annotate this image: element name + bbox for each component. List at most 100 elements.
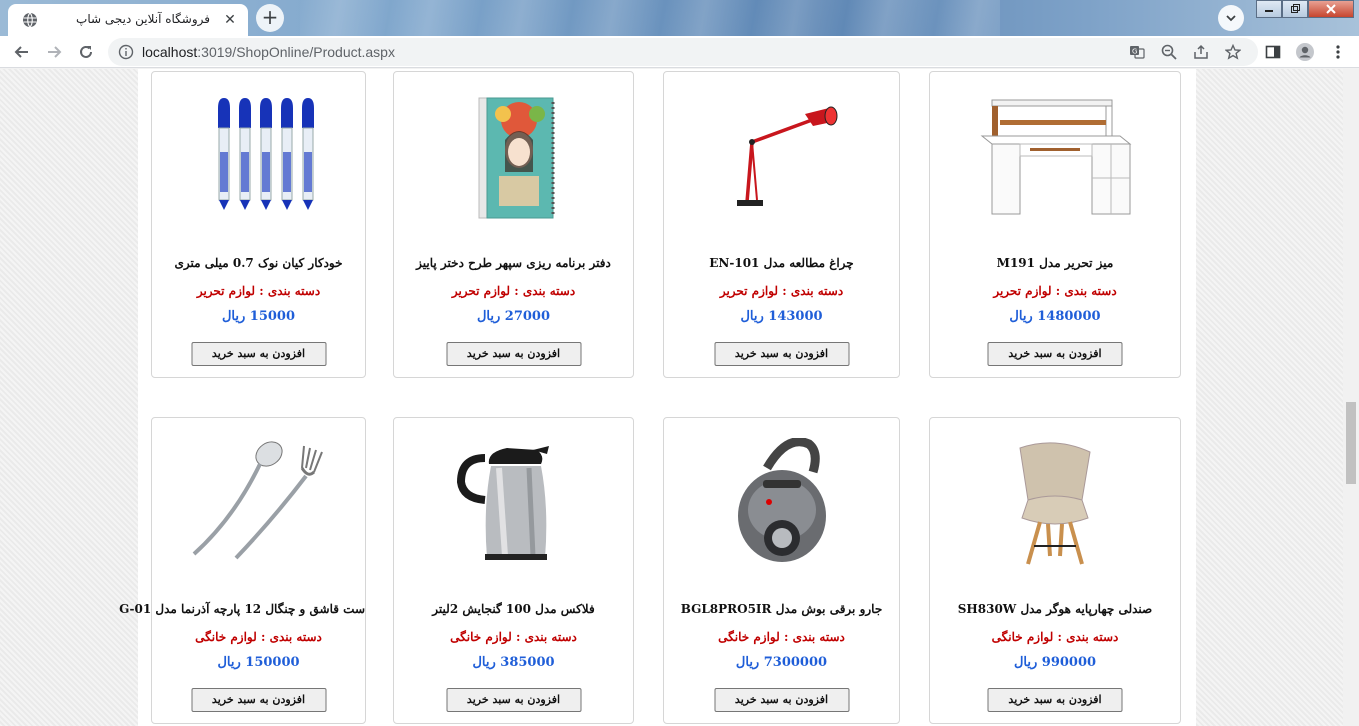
price-value: 1480000 (1037, 309, 1101, 324)
category-value: لوازم تحریر (451, 284, 511, 298)
new-tab-button[interactable]: + (256, 4, 284, 32)
product-category: دسته بندی : لوازم تحریر (664, 284, 899, 298)
cutlery-icon (192, 441, 323, 560)
product-card: خودکار کیان نوک 0.7 میلی متری دسته بندی … (151, 71, 366, 378)
category-label: دسته بندی : (1055, 284, 1117, 298)
product-card: میز تحریر مدل M191 دسته بندی : لوازم تحر… (929, 71, 1181, 378)
close-tab-icon[interactable]: ✕ (222, 12, 238, 28)
add-to-cart-button[interactable]: افزودن به سبد خرید (714, 688, 849, 712)
currency-label: ریال (472, 655, 496, 670)
category-label: دسته بندی : (259, 284, 321, 298)
info-icon[interactable] (118, 44, 134, 60)
bookmark-star-icon[interactable] (1224, 43, 1242, 61)
product-name: صندلی چهارپایه هوگر مدل SH830W (957, 602, 1153, 616)
product-name: خودکار کیان نوک 0.7 میلی متری (174, 256, 343, 270)
price-value: 385000 (500, 655, 555, 670)
product-name: دفتر برنامه ریزی سپهر طرح دختر پاییز (416, 256, 611, 270)
vacuum-icon (737, 438, 826, 562)
product-category: دسته بندی : لوازم تحریر (152, 284, 365, 298)
product-card: دفتر برنامه ریزی سپهر طرح دختر پاییز دست… (393, 71, 634, 378)
price-value: 15000 (249, 309, 296, 324)
category-value: لوازم خانگی (450, 630, 512, 644)
product-category: دسته بندی : لوازم تحریر (394, 284, 633, 298)
add-to-cart-button[interactable]: افزودن به سبد خرید (987, 688, 1123, 712)
currency-label: ریال (740, 309, 764, 324)
address-bar[interactable]: localhost:3019/ShopOnline/Product.aspx G (108, 38, 1258, 66)
side-panel-icon[interactable] (1263, 42, 1283, 62)
browser-titlebar: فروشگاه آنلاین دیجی شاپ ✕ + (0, 0, 1359, 36)
tab-title: فروشگاه آنلاین دیجی شاپ (76, 12, 210, 26)
product-card: فلاکس مدل 100 گنجایش 2لیتر دسته بندی : ل… (393, 417, 634, 724)
product-card: صندلی چهارپایه هوگر مدل SH830W دسته بندی… (929, 417, 1181, 724)
product-category: دسته بندی : لوازم تحریر (930, 284, 1180, 298)
profile-avatar-icon[interactable] (1295, 42, 1315, 62)
category-value: لوازم خانگی (991, 630, 1054, 644)
product-price: 1480000 ریال (930, 309, 1180, 324)
back-button[interactable] (10, 40, 34, 64)
product-price: 143000 ریال (664, 309, 899, 324)
vertical-scrollbar[interactable] (1343, 69, 1359, 726)
category-label: دسته بندی : (783, 630, 845, 644)
url-text: localhost:3019/ShopOnline/Product.aspx (142, 44, 395, 60)
minimize-icon (1265, 10, 1273, 12)
close-icon (1326, 4, 1336, 14)
url-path: :3019/ShopOnline/Product.aspx (197, 44, 395, 60)
desk-icon (980, 99, 1132, 215)
category-value: لوازم تحریر (719, 284, 779, 298)
category-label: دسته بندی : (782, 284, 844, 298)
browser-tab[interactable]: فروشگاه آنلاین دیجی شاپ ✕ (8, 4, 248, 36)
pens-icon (217, 98, 314, 210)
menu-kebab-icon[interactable] (1328, 42, 1348, 62)
minimize-button[interactable] (1256, 0, 1282, 18)
maximize-button[interactable] (1282, 0, 1308, 18)
reload-button[interactable] (74, 40, 98, 64)
category-label: دسته بندی : (260, 630, 322, 644)
product-price: 990000 ریال (930, 655, 1180, 670)
category-label: دسته بندی : (514, 284, 576, 298)
price-value: 150000 (245, 655, 300, 670)
close-window-button[interactable] (1308, 0, 1354, 18)
scrollbar-thumb[interactable] (1346, 402, 1356, 484)
price-value: 7300000 (763, 655, 828, 670)
reload-icon (80, 45, 92, 58)
currency-label: ریال (476, 309, 501, 324)
product-name: چراغ مطالعه مدل EN-101 (709, 256, 854, 270)
translate-icon[interactable]: G (1128, 43, 1146, 61)
window-controls (1256, 0, 1354, 20)
currency-label: ریال (1013, 655, 1038, 670)
url-host: localhost (142, 44, 198, 60)
arrow-right-icon (48, 46, 62, 58)
product-price: 15000 ریال (152, 309, 365, 324)
add-to-cart-button[interactable]: افزودن به سبد خرید (191, 688, 326, 712)
currency-label: ریال (1009, 309, 1033, 324)
add-to-cart-button[interactable]: افزودن به سبد خرید (446, 688, 581, 712)
tab-search-button[interactable] (1218, 5, 1244, 31)
arrow-left-icon (14, 46, 28, 58)
add-to-cart-button[interactable]: افزودن به سبد خرید (987, 342, 1123, 366)
product-price: 7300000 ریال (664, 655, 899, 670)
titlebar-background (300, 0, 1000, 36)
share-icon[interactable] (1192, 43, 1210, 61)
lamp-icon (736, 106, 837, 206)
zoom-icon[interactable] (1160, 43, 1178, 61)
category-value: لوازم خانگی (718, 630, 780, 644)
currency-label: ریال (217, 655, 241, 670)
category-value: لوازم تحریر (196, 284, 256, 298)
forward-button[interactable] (42, 40, 66, 64)
add-to-cart-button[interactable]: افزودن به سبد خرید (191, 342, 326, 366)
globe-icon (23, 12, 37, 28)
product-name: ست قاشق و چنگال 12 پارچه آذرنما مدل G-01 (119, 602, 365, 616)
category-label: دسته بندی : (515, 630, 577, 644)
svg-text:G: G (1132, 48, 1137, 56)
add-to-cart-button[interactable]: افزودن به سبد خرید (714, 342, 849, 366)
restore-icon (1291, 4, 1300, 13)
flask-icon (456, 446, 549, 560)
add-to-cart-button[interactable]: افزودن به سبد خرید (446, 342, 581, 366)
price-value: 143000 (768, 309, 823, 324)
notebook-icon (478, 97, 554, 219)
price-value: 990000 (1041, 655, 1097, 670)
product-name: میز تحریر مدل M191 (996, 256, 1114, 270)
product-name: فلاکس مدل 100 گنجایش 2لیتر (432, 602, 595, 616)
product-name: جارو برقی بوش مدل BGL8PRO5IR (680, 602, 883, 616)
product-category: دسته بندی : لوازم خانگی (394, 630, 633, 644)
